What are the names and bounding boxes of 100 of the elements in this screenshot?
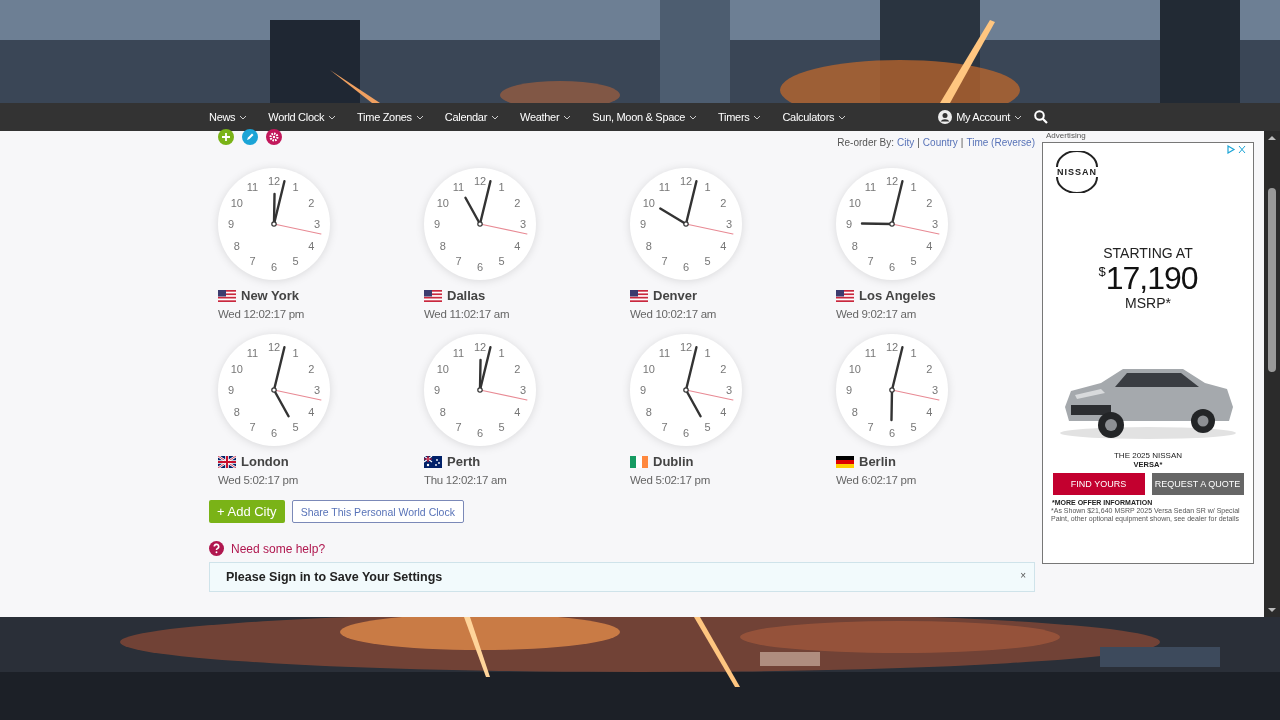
city-name[interactable]: Perth	[447, 454, 481, 469]
dial-number: 12	[679, 341, 693, 353]
close-button[interactable]: ×	[1020, 570, 1026, 581]
local-time: Wed 5:02:17 pm	[630, 474, 710, 486]
nav-menu-item[interactable]: World Clock	[268, 111, 337, 123]
scroll-up-icon[interactable]	[1268, 135, 1276, 140]
dial-number: 5	[292, 421, 299, 434]
city-name[interactable]: Los Angeles	[859, 288, 936, 303]
separator: |	[960, 136, 964, 148]
dial-number: 8	[233, 405, 240, 418]
dial-number: 3	[313, 384, 321, 396]
dial-number: 3	[519, 218, 527, 230]
dial-number: 7	[661, 255, 668, 268]
flag-icon	[424, 455, 442, 468]
dial-number: 2	[720, 196, 727, 209]
dial-number: 10	[436, 362, 449, 375]
city-name[interactable]: Berlin	[859, 454, 896, 469]
city-name[interactable]: London	[241, 454, 289, 469]
local-time: Thu 12:02:17 am	[424, 474, 507, 486]
account-menu[interactable]: My Account	[938, 110, 1022, 124]
dial-number: 5	[498, 421, 505, 434]
dial-number: 2	[308, 196, 315, 209]
dial-number: 10	[848, 362, 861, 375]
dial-number: 8	[851, 239, 858, 252]
dial-number: 9	[845, 384, 853, 396]
scroll-down-icon[interactable]	[1268, 608, 1276, 613]
sort-link[interactable]: City	[897, 136, 915, 148]
dial-number: 12	[267, 175, 281, 187]
dial-number: 11	[452, 346, 465, 359]
dial-number: 6	[270, 427, 278, 439]
caret-icon	[838, 115, 847, 120]
dial-number: 1	[498, 180, 505, 193]
city-name[interactable]: Denver	[653, 288, 698, 303]
dial-number: 9	[845, 218, 853, 230]
local-time: Wed 10:02:17 am	[630, 308, 717, 320]
settings-icon[interactable]	[266, 129, 282, 145]
nav-menu-item[interactable]: Time Zones	[357, 111, 424, 123]
scrollbar[interactable]	[1264, 131, 1280, 617]
nav-menu-item[interactable]: Timers	[718, 111, 762, 123]
ad-choices-icon[interactable]	[1227, 145, 1247, 154]
dial-number: 4	[720, 405, 727, 418]
dial-number: 11	[864, 346, 877, 359]
local-time: Wed 5:02:17 pm	[218, 474, 298, 486]
nav-menu-item[interactable]: Calendar	[444, 111, 500, 123]
nav-menu-item[interactable]: Weather	[520, 111, 572, 123]
share-button[interactable]: Share This Personal World Clock	[291, 500, 464, 523]
flag-icon	[630, 289, 648, 302]
dial-number: 10	[642, 362, 655, 375]
help-icon	[209, 541, 224, 556]
sort-link[interactable]: Country	[922, 136, 958, 148]
local-time: Wed 9:02:17 am	[836, 308, 916, 320]
nav-menu-item[interactable]: News	[209, 111, 248, 123]
dial-number: 10	[230, 362, 243, 375]
search-icon[interactable]	[1034, 110, 1048, 124]
dial-number: 3	[725, 384, 733, 396]
find-yours-button[interactable]: FIND YOURS	[1052, 473, 1145, 495]
dial-number: 1	[292, 180, 299, 193]
dial-number: 7	[867, 421, 874, 434]
dial-number: 11	[864, 180, 877, 193]
edit-icon[interactable]	[242, 129, 258, 145]
advertising-label: Advertising	[1046, 131, 1087, 140]
dial-number: 8	[851, 405, 858, 418]
help-link[interactable]: Need some help?	[231, 541, 326, 556]
dial-number: 12	[885, 175, 899, 187]
dial-number: 5	[704, 421, 711, 434]
scroll-thumb[interactable]	[1268, 188, 1276, 372]
nav-menu-item[interactable]: Sun, Moon & Space	[592, 111, 698, 123]
city-name[interactable]: New York	[241, 288, 300, 303]
caret-icon	[753, 115, 762, 120]
flag-icon	[630, 455, 648, 468]
dial-number: 7	[455, 421, 462, 434]
dial-number: 2	[720, 362, 727, 375]
dial-number: 8	[645, 405, 652, 418]
dial-number: 10	[642, 196, 655, 209]
quote-button[interactable]: REQUEST A QUOTE	[1151, 473, 1244, 495]
flag-icon	[424, 289, 442, 302]
dial-number: 2	[926, 362, 933, 375]
dial-number: 4	[514, 405, 521, 418]
sort-link[interactable]: Time (Reverse)	[966, 136, 1035, 148]
caret-icon	[689, 115, 698, 120]
dial-number: 11	[246, 180, 259, 193]
dial-number: 9	[433, 384, 441, 396]
dial-number: 8	[439, 405, 446, 418]
dial-number: 4	[926, 405, 933, 418]
dial-number: 8	[645, 239, 652, 252]
nav-menu-item[interactable]: Calculators	[782, 111, 847, 123]
dial-number: 11	[658, 180, 671, 193]
city-name[interactable]: Dallas	[447, 288, 486, 303]
dial-number: 7	[249, 255, 256, 268]
caret-icon	[491, 115, 500, 120]
caret-icon	[328, 115, 337, 120]
ad-banner[interactable]	[1042, 142, 1254, 564]
dial-number: 12	[473, 341, 487, 353]
dial-number: 6	[270, 261, 278, 273]
add-icon[interactable]	[218, 129, 234, 145]
dial-number: 1	[910, 180, 917, 193]
caret-icon	[563, 115, 572, 120]
model-caption: THE 2025 NISSAN	[1114, 451, 1182, 460]
city-name[interactable]: Dublin	[653, 454, 694, 469]
user-icon	[938, 110, 953, 124]
